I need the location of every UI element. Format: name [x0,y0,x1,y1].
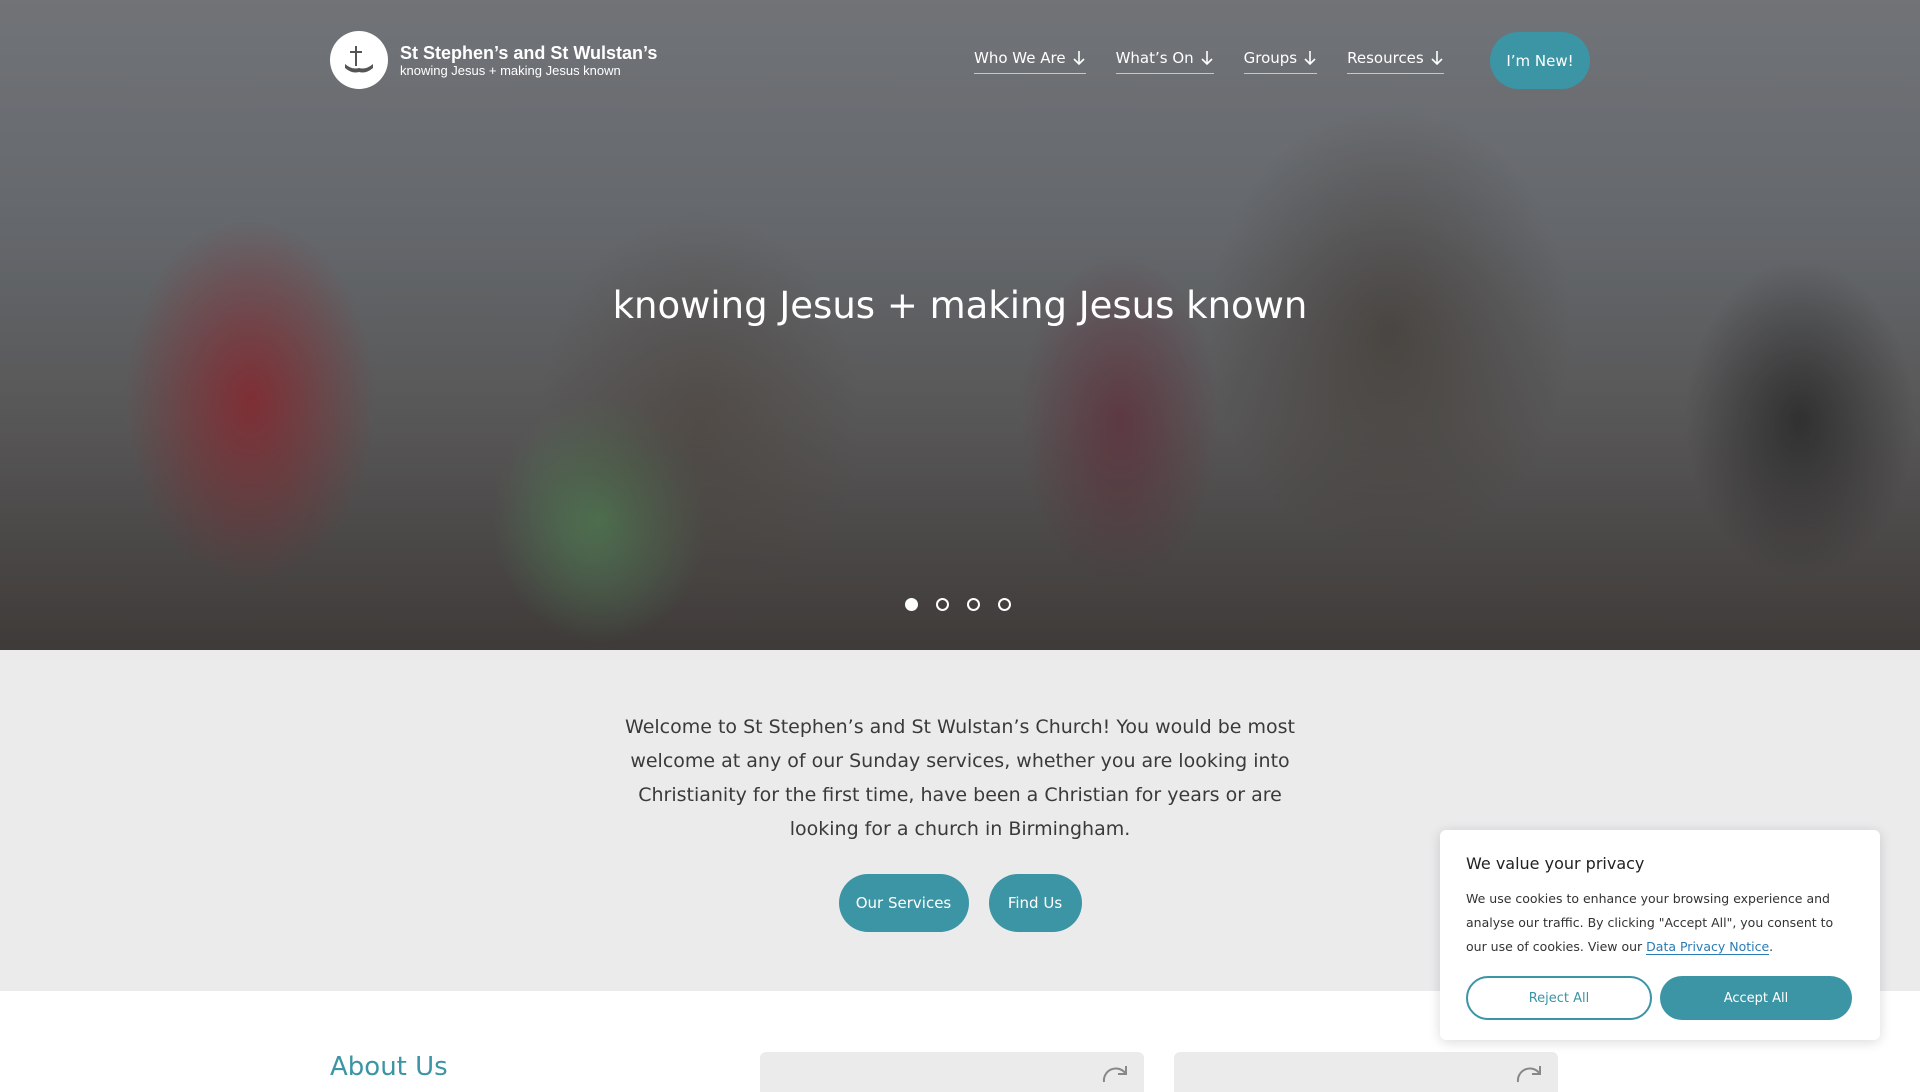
logo-title: St Stephen’s and St Wulstan’s [400,42,658,63]
data-privacy-notice-link[interactable]: Data Privacy Notice [1646,939,1770,955]
arrow-down-icon [1431,51,1443,66]
our-services-button[interactable]: Our Services [838,874,969,932]
refresh-icon [1102,1066,1127,1083]
cross-book-logo-icon [330,31,388,89]
refresh-icon [1516,1066,1541,1083]
nav-label: Groups [1243,49,1298,67]
nav-label: What’s On [1115,49,1194,67]
site-logo[interactable]: St Stephen’s and St Wulstan’s knowing Je… [330,31,657,89]
about-us-heading: About Us [330,1052,448,1082]
content-card[interactable] [1174,1052,1558,1092]
nav-label: Who We Are [974,49,1066,67]
im-new-button[interactable]: I’m New! [1490,32,1590,89]
nav-resources[interactable]: Resources [1347,49,1444,74]
welcome-text: Welcome to St Stephen’s and St Wulstan’s… [625,716,1295,840]
hero-title: knowing Jesus + making Jesus known [612,284,1308,327]
find-us-button[interactable]: Find Us [988,874,1082,932]
slider-dots [905,598,1011,611]
arrow-down-icon [1072,51,1085,66]
main-nav: Who We Are What’s On Groups Resources [974,49,1444,74]
slide-dot-3[interactable] [967,598,980,611]
accept-all-button[interactable]: Accept All [1660,976,1852,1020]
slide-dot-1[interactable] [905,598,918,611]
content-card[interactable] [760,1052,1144,1092]
cookie-title: We value your privacy [1466,854,1645,873]
nav-groups[interactable]: Groups [1243,49,1318,74]
reject-all-button[interactable]: Reject All [1466,976,1652,1020]
slide-dot-4[interactable] [998,598,1011,611]
cookie-body-suffix: . [1769,939,1774,954]
nav-label: Resources [1347,49,1424,67]
cookie-consent-banner: We value your privacy We use cookies to … [1440,830,1880,1040]
nav-who-we-are[interactable]: Who We Are [974,49,1086,74]
hero-section: St Stephen’s and St Wulstan’s knowing Je… [0,0,1920,650]
slide-dot-2[interactable] [936,598,949,611]
logo-tagline: knowing Jesus + making Jesus known [400,62,621,78]
nav-whats-on[interactable]: What’s On [1115,49,1214,74]
arrow-down-icon [1304,51,1316,66]
arrow-down-icon [1201,51,1213,66]
